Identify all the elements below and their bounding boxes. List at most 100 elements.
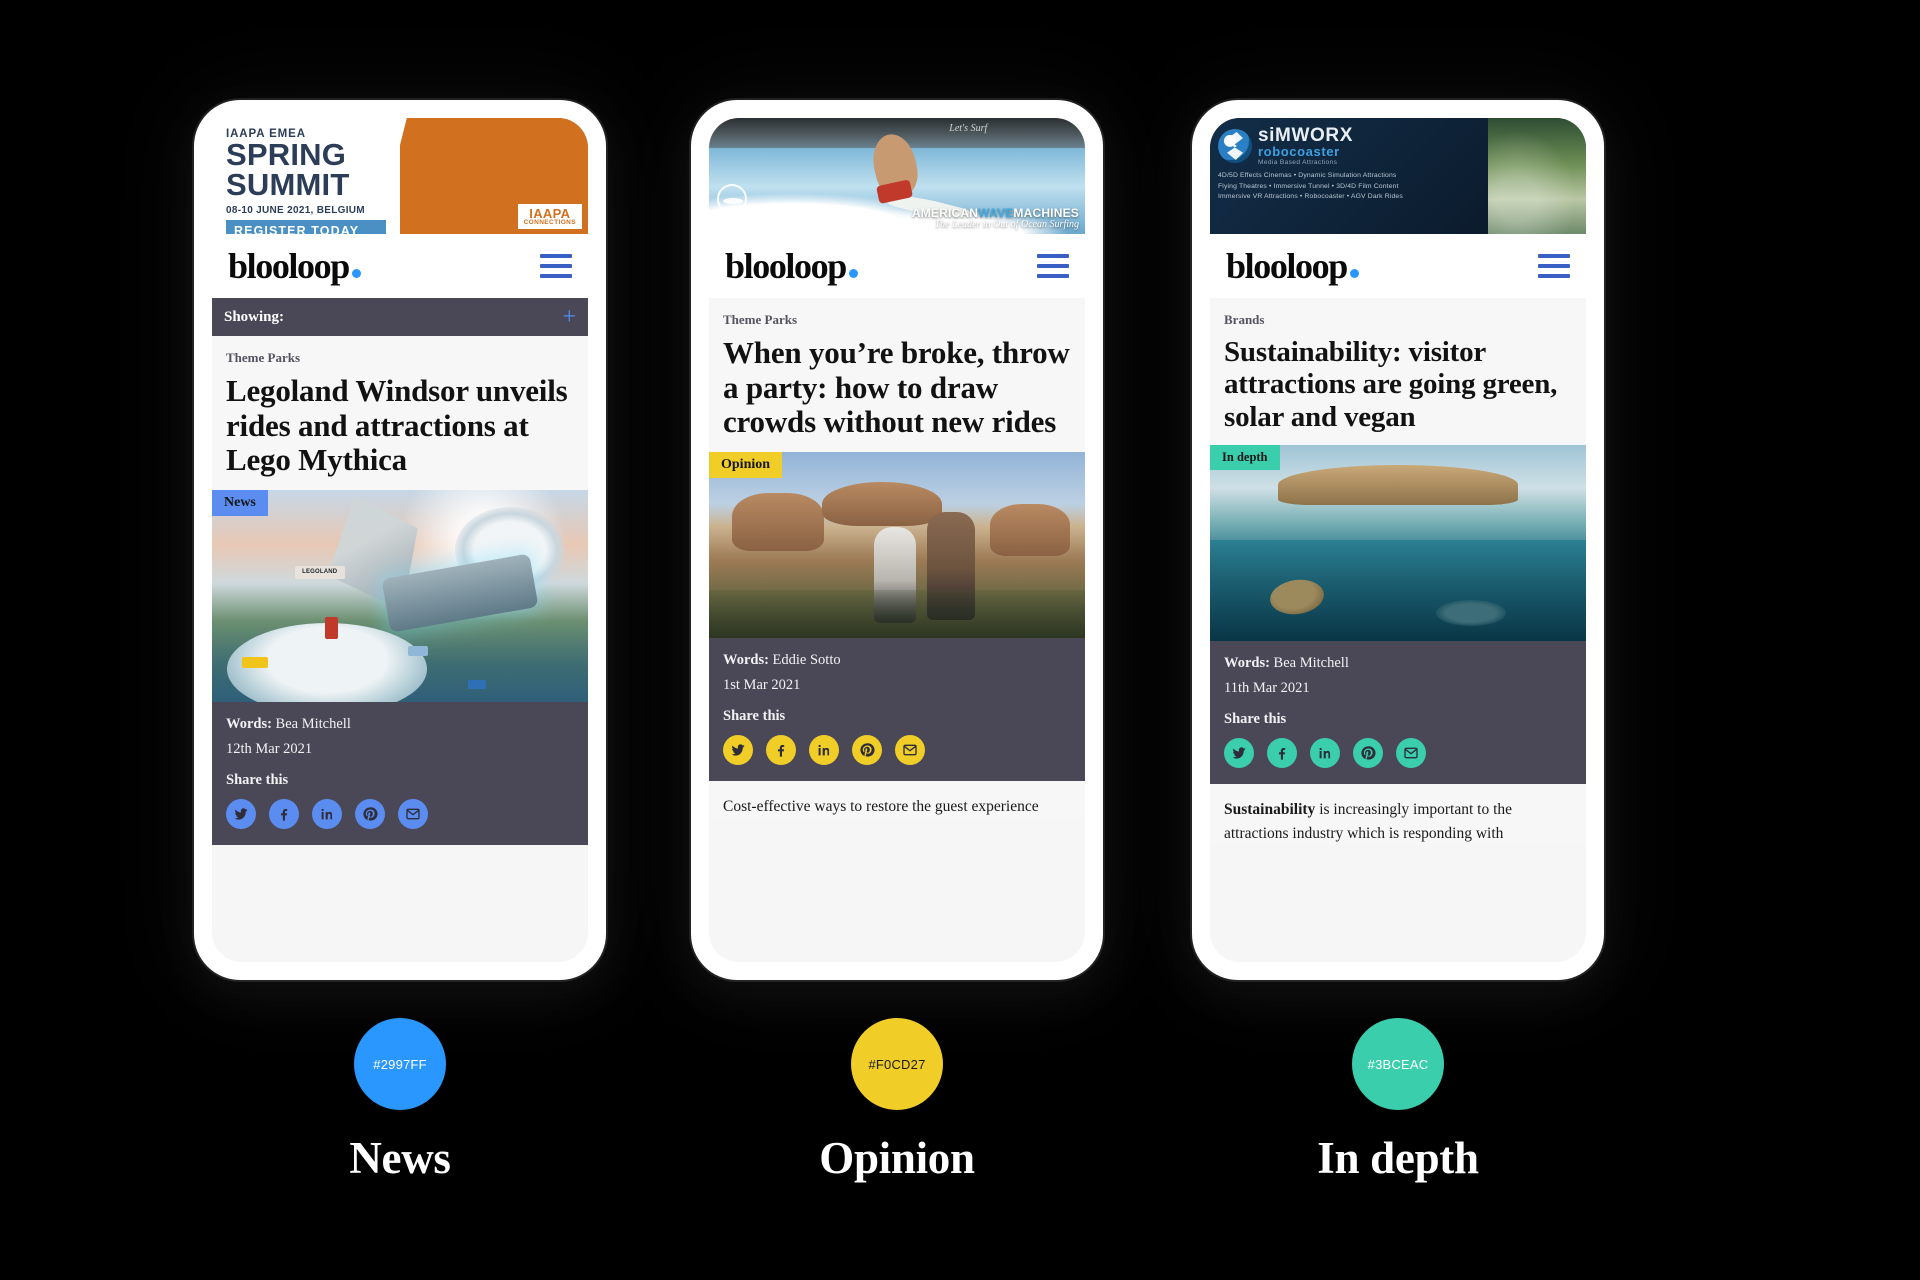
article-headline[interactable]: Sustainability: visitor attractions are … — [1224, 336, 1572, 433]
ad-title-line2: SUMMIT — [226, 167, 350, 203]
ad-title-line1: SPRING — [226, 137, 347, 172]
hamburger-menu-icon[interactable] — [1538, 254, 1570, 278]
publish-date: 11th Mar 2021 — [1224, 680, 1310, 697]
site-logo-text: blooloop — [725, 246, 847, 286]
pinterest-icon[interactable] — [852, 735, 882, 766]
ad-brand-main: siMWORX — [1258, 125, 1353, 146]
share-buttons-row — [723, 735, 1071, 766]
screenshot-root: IAAPA EMEA SPRING SUMMIT 08-10 JUNE 2021… — [0, 0, 1920, 1280]
ad-features-line-2: Flying Theatres • Immersive Tunnel • 3D/… — [1218, 182, 1399, 190]
accent-color-swatch-indepth: #3BCEAC — [1352, 1018, 1444, 1110]
ad-photo-panel — [1488, 118, 1586, 234]
ad-banner-iaapa[interactable]: IAAPA EMEA SPRING SUMMIT 08-10 JUNE 2021… — [212, 118, 588, 234]
share-heading: Share this — [723, 708, 786, 725]
rock-formation-right — [989, 504, 1070, 557]
ad-brand-name: AMERICANWAVEMACHINES — [912, 207, 1079, 220]
hero-image-lego-mythica: LEGOLAND — [212, 490, 588, 703]
brick-blue — [407, 645, 428, 656]
article-header-news: Theme Parks Legoland Windsor unveils rid… — [212, 336, 588, 491]
ad-brand-part-b: WAVE — [978, 205, 1014, 220]
author-name[interactable]: Eddie Sotto — [773, 652, 841, 668]
category-caption-news: News — [349, 1133, 451, 1183]
linkedin-icon[interactable] — [1310, 738, 1340, 769]
ad-cta-button[interactable]: REGISTER TODAY — [226, 219, 386, 234]
site-logo[interactable]: blooloop — [228, 245, 361, 287]
ad-banner-simworx[interactable]: siMWORX robocoaster Media Based Attracti… — [1210, 118, 1586, 234]
email-icon[interactable] — [895, 735, 925, 766]
ad-overlay-note: Let's Surf — [949, 123, 988, 134]
category-caption-opinion: Opinion — [819, 1133, 975, 1183]
pinterest-icon[interactable] — [1353, 738, 1383, 769]
facebook-icon[interactable] — [269, 799, 299, 830]
pinterest-icon[interactable] — [355, 799, 385, 830]
underwater-layer — [1210, 539, 1586, 642]
ad-brand-part-c: MACHINES — [1013, 205, 1079, 220]
masthead-opinion: blooloop — [709, 234, 1085, 298]
article-meta-opinion: Words: Eddie Sotto 1st Mar 2021 Share th… — [709, 638, 1085, 782]
ad-copy-block: IAAPA EMEA SPRING SUMMIT 08-10 JUNE 2021… — [212, 118, 400, 234]
site-logo[interactable]: blooloop — [1226, 245, 1359, 287]
ad-advertiser-name: IAAPA — [529, 205, 571, 221]
showing-filter-bar[interactable]: Showing: + — [212, 298, 588, 336]
rock-formation-left — [731, 493, 824, 552]
brick-yellow — [242, 657, 269, 669]
twitter-icon[interactable] — [1224, 738, 1254, 769]
hamburger-menu-icon[interactable] — [1037, 254, 1069, 278]
hamburger-menu-icon[interactable] — [540, 254, 572, 278]
expand-filters-plus-icon[interactable]: + — [562, 305, 576, 329]
accent-hex-label: #F0CD27 — [868, 1056, 926, 1072]
rock-formation-center — [821, 481, 942, 526]
twitter-icon[interactable] — [723, 735, 753, 766]
article-meta-indepth: Words: Bea Mitchell 11th Mar 2021 Share … — [1210, 641, 1586, 785]
masthead-indepth: blooloop — [1210, 234, 1586, 298]
linkedin-icon[interactable] — [312, 799, 342, 830]
article-headline[interactable]: When you’re broke, throw a party: how to… — [723, 335, 1071, 440]
ad-brand-tag: Media Based Attractions — [1258, 159, 1338, 166]
hero-image-cars-land — [709, 452, 1085, 639]
coral-shape — [1435, 599, 1506, 626]
article-type-badge: Opinion — [709, 452, 783, 479]
ad-tagline: The Leader in Out of Ocean Surfing — [934, 218, 1079, 230]
words-label: Words: — [1224, 655, 1270, 672]
article-headline[interactable]: Legoland Windsor unveils rides and attra… — [226, 373, 574, 478]
share-buttons-row — [1224, 738, 1572, 769]
simworx-mark-icon — [1218, 129, 1252, 163]
article-category[interactable]: Theme Parks — [226, 350, 574, 366]
site-logo[interactable]: blooloop — [725, 245, 858, 287]
author-name[interactable]: Bea Mitchell — [276, 716, 351, 732]
accent-hex-label: #2997FF — [373, 1056, 427, 1072]
legoland-sign: LEGOLAND — [294, 566, 345, 580]
linkedin-icon[interactable] — [809, 735, 839, 766]
article-type-badge: News — [212, 490, 268, 517]
byline-row: Words: Bea Mitchell — [226, 716, 574, 733]
byline-row: Words: Bea Mitchell — [1224, 655, 1572, 672]
facebook-icon[interactable] — [766, 735, 796, 766]
article-hero-opinion: Opinion — [709, 452, 1085, 639]
email-icon[interactable] — [398, 799, 428, 830]
phone-column-opinion: Let's Surf AMERICANWAVEMACHINES The Lead… — [662, 0, 1132, 1280]
article-category[interactable]: Theme Parks — [723, 312, 1071, 328]
article-header-indepth: Brands Sustainability: visitor attractio… — [1210, 298, 1586, 446]
logo-dot-icon — [351, 269, 361, 278]
device-frame-news: IAAPA EMEA SPRING SUMMIT 08-10 JUNE 2021… — [194, 100, 606, 980]
ad-banner-american-wave-machines[interactable]: Let's Surf AMERICANWAVEMACHINES The Lead… — [709, 118, 1085, 234]
author-name[interactable]: Bea Mitchell — [1274, 655, 1349, 671]
share-buttons-row — [226, 799, 574, 830]
ad-date: 08-10 JUNE 2021, BELGIUM — [226, 204, 365, 216]
ad-wordmark: siMWORX robocoaster Media Based Attracti… — [1258, 126, 1353, 166]
device-screen-news: IAAPA EMEA SPRING SUMMIT 08-10 JUNE 2021… — [212, 118, 588, 962]
ad-copy-block: siMWORX robocoaster Media Based Attracti… — [1210, 118, 1489, 234]
logo-dot-icon — [1349, 269, 1359, 278]
ad-advertiser-sub: CONNECTIONS — [523, 218, 576, 226]
facebook-icon[interactable] — [1267, 738, 1297, 769]
share-heading: Share this — [226, 772, 289, 789]
article-meta-news: Words: Bea Mitchell 12th Mar 2021 Share … — [212, 702, 588, 846]
brick-navy — [467, 680, 486, 690]
pavilion-roof-shape — [1277, 465, 1519, 505]
brick-red — [324, 616, 338, 639]
article-category[interactable]: Brands — [1224, 312, 1572, 328]
twitter-icon[interactable] — [226, 799, 256, 830]
words-label: Words: — [226, 716, 272, 733]
logo-dot-icon — [848, 269, 858, 278]
email-icon[interactable] — [1396, 738, 1426, 769]
